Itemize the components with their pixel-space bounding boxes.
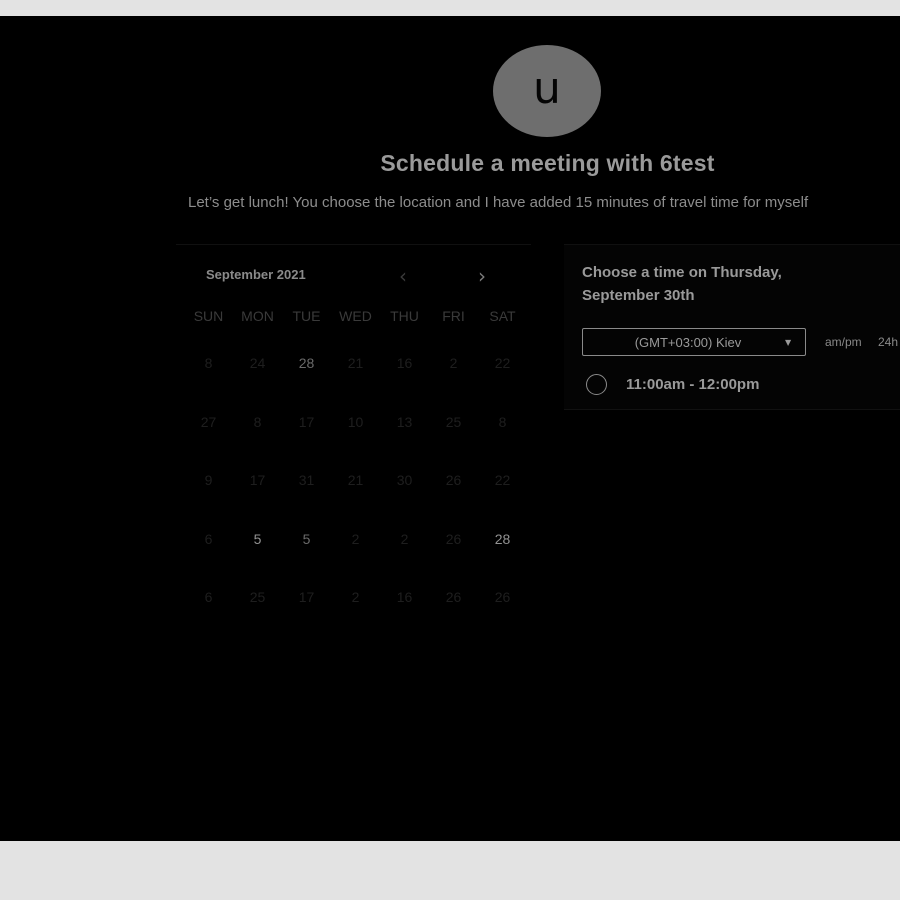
calendar-day: 25 (445, 413, 462, 430)
calendar-week: 9 17 31 21 30 26 22 (184, 472, 527, 531)
caret-down-icon: ▼ (785, 337, 792, 347)
calendar-day: 16 (396, 355, 413, 371)
event-description: Let’s get lunch! You choose the location… (188, 194, 809, 211)
calendar-week: 6 25 17 2 16 26 26 (184, 589, 527, 648)
format-24h-toggle[interactable]: 24h (878, 335, 898, 349)
calendar-day: 8 (204, 355, 213, 371)
calendar-day[interactable]: 5 (282, 531, 331, 590)
weekday-label: SAT (489, 308, 516, 324)
day-grid: 8 24 28 21 16 2 22 27 8 17 10 13 25 8 9 … (184, 355, 527, 648)
weekday-label: TUE (292, 308, 321, 324)
calendar-day: 2 (400, 530, 409, 547)
format-ampm-toggle[interactable]: am/pm (825, 335, 862, 349)
calendar-day: 2 (351, 530, 360, 547)
avatar-letter: u (533, 62, 561, 114)
time-panel-title: Choose a time on Thursday, September 30t… (582, 264, 782, 304)
calendar-day: 25 (249, 589, 266, 605)
calendar-day: 26 (445, 589, 462, 605)
calendar-day: 10 (347, 413, 364, 430)
calendar-day: 22 (494, 355, 511, 371)
weekday-label: SUN (193, 308, 224, 324)
calendar-day: 27 (200, 413, 217, 430)
calendar-week: 6 5 5 2 2 26 28 (184, 531, 527, 590)
weekday-header: SUN MON TUE WED THU FRI SAT (184, 308, 527, 324)
weekday-label: THU (390, 308, 419, 324)
calendar-week: 8 24 28 21 16 2 22 (184, 355, 527, 414)
weekday-label: MON (241, 308, 274, 324)
calendar-day: 22 (494, 472, 511, 488)
month-label: September 2021 (206, 267, 306, 282)
host-avatar: u (493, 45, 601, 137)
calendar-day: 16 (396, 589, 413, 605)
radio-button-icon[interactable] (586, 374, 607, 395)
calendar-day: 26 (445, 472, 462, 488)
weekday-label: WED (339, 308, 372, 324)
calendar-day: 26 (445, 530, 462, 547)
calendar-day: 13 (396, 413, 413, 430)
calendar-day: 31 (298, 472, 315, 488)
calendar-day: 17 (298, 413, 315, 430)
calendar-day: 21 (347, 355, 364, 371)
time-slot-option[interactable]: 11:00am - 12:00pm (586, 374, 759, 395)
calendar-day[interactable]: 5 (233, 531, 282, 590)
calendar-day: 2 (449, 355, 458, 371)
calendar-day[interactable]: 28 (282, 355, 331, 414)
weekday-label: FRI (442, 308, 465, 324)
booking-page: u Schedule a meeting with 6test Let’s ge… (0, 16, 900, 841)
timezone-select[interactable]: (GMT+03:00) Kiev ▼ (582, 328, 806, 356)
time-slot-panel: Choose a time on Thursday, September 30t… (564, 244, 900, 410)
calendar-day: 17 (298, 589, 315, 605)
calendar-week: 27 8 17 10 13 25 8 (184, 414, 527, 473)
chevron-left-icon[interactable]: ‹ (391, 265, 415, 287)
calendar-day: 2 (351, 589, 360, 605)
page-title: Schedule a meeting with 6test (380, 150, 715, 176)
calendar-day: 8 (253, 413, 262, 430)
calendar-day: 9 (204, 472, 213, 488)
calendar-day: 6 (204, 589, 213, 605)
calendar-day[interactable]: 28 (478, 531, 527, 590)
calendar-day: 21 (347, 472, 364, 488)
calendar-day: 30 (396, 472, 413, 488)
calendar-day: 17 (249, 472, 266, 488)
chevron-right-icon[interactable]: › (470, 265, 494, 287)
calendar-day: 26 (494, 589, 511, 605)
date-picker: September 2021 ‹ › SUN MON TUE WED THU F… (176, 244, 531, 625)
timezone-value: (GMT+03:00) Kiev (634, 334, 742, 350)
time-slot-label: 11:00am - 12:00pm (626, 376, 760, 393)
calendar-day: 24 (249, 355, 266, 371)
calendar-day: 6 (204, 530, 213, 547)
calendar-day: 8 (498, 413, 507, 430)
